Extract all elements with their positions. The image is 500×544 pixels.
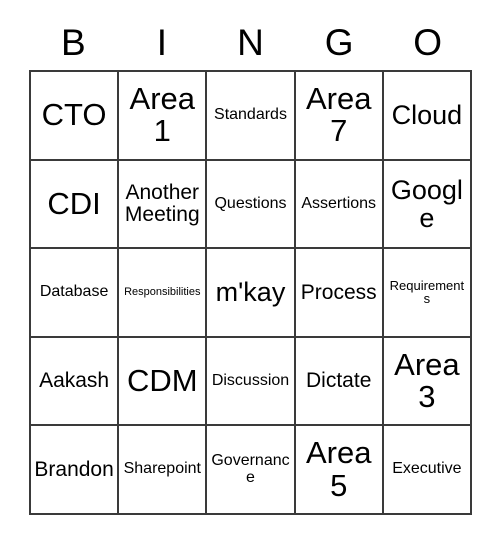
bingo-cell-label: Area 3 xyxy=(394,346,460,415)
bingo-header-letter-o: O xyxy=(413,21,443,63)
bingo-cell-label: Standards xyxy=(214,105,287,123)
bingo-cell-r4c1[interactable]: Aakash xyxy=(31,337,120,427)
bingo-header-row: B I N G O xyxy=(29,14,472,70)
bingo-cell-label: Executive xyxy=(392,460,462,478)
bingo-cell-label: Another Meeting xyxy=(124,181,200,226)
bingo-cell-label: Governance xyxy=(211,452,290,486)
bingo-cell-label: Discussion xyxy=(211,371,290,389)
bingo-cell-r2c5[interactable]: Google xyxy=(383,160,472,250)
bingo-cell-label: m'kay xyxy=(215,277,286,308)
bingo-cell-r2c2[interactable]: Another Meeting xyxy=(119,160,208,250)
bingo-cell-r5c5[interactable]: Executive xyxy=(383,426,472,515)
bingo-cell-label: Brandon xyxy=(34,457,114,481)
bingo-cell-r2c3[interactable]: Questions xyxy=(207,160,296,250)
bingo-cell-label: Area 5 xyxy=(305,435,372,503)
bingo-cell-label: CTO xyxy=(41,97,107,133)
bingo-cell-label: Responsibilities xyxy=(124,285,201,298)
bingo-cell-label: Area 1 xyxy=(129,81,196,149)
bingo-header-letter-g: G xyxy=(324,21,354,63)
bingo-cell-label: Cloud xyxy=(391,100,463,131)
bingo-header-letter-i: I xyxy=(156,21,168,63)
bingo-cell-label: Google xyxy=(390,174,463,233)
bingo-cell-r2c1[interactable]: CDI xyxy=(31,160,120,250)
bingo-cell-label: Aakash xyxy=(39,369,110,393)
bingo-cell-label: Assertions xyxy=(301,194,377,212)
bingo-cell-label: Database xyxy=(39,283,109,301)
bingo-header-letter-n: N xyxy=(237,21,264,63)
bingo-cell-r4c2[interactable]: CDM xyxy=(119,337,208,427)
bingo-cell-r1c2[interactable]: Area 1 xyxy=(119,72,208,161)
bingo-cell-r1c3[interactable]: Standards xyxy=(207,72,296,161)
bingo-cell-label: CDM xyxy=(126,362,198,398)
bingo-cell-label: CDI xyxy=(47,185,101,221)
bingo-cell-label: Sharepoint xyxy=(123,460,201,478)
bingo-cell-r3c3[interactable]: m'kay xyxy=(207,249,296,338)
bingo-cell-label: Process xyxy=(300,280,377,304)
bingo-cell-r4c3[interactable]: Discussion xyxy=(207,337,296,427)
bingo-cell-r1c4[interactable]: Area 7 xyxy=(295,72,384,161)
bingo-header-letter-b: B xyxy=(60,21,86,63)
bingo-grid: CTO Area 1 Standards Area 7 Cloud CDI An… xyxy=(29,70,472,515)
bingo-cell-r3c5[interactable]: Requirements xyxy=(383,249,472,338)
bingo-card: B I N G O CTO Area 1 Standards Area 7 Cl… xyxy=(29,14,472,516)
bingo-cell-label: Area 7 xyxy=(305,81,372,149)
bingo-cell-r2c4[interactable]: Assertions xyxy=(295,160,384,250)
bingo-cell-label: Requirements xyxy=(389,277,465,307)
bingo-cell-r4c4[interactable]: Dictate xyxy=(295,337,384,427)
bingo-cell-r5c3[interactable]: Governance xyxy=(207,426,296,515)
bingo-cell-r4c5[interactable]: Area 3 xyxy=(383,337,472,427)
bingo-cell-r3c1[interactable]: Database xyxy=(31,249,120,338)
bingo-cell-r3c2[interactable]: Responsibilities xyxy=(119,249,208,338)
bingo-cell-label: Dictate xyxy=(306,369,372,393)
bingo-cell-r1c5[interactable]: Cloud xyxy=(383,72,472,161)
bingo-cell-r5c1[interactable]: Brandon xyxy=(31,426,120,515)
bingo-cell-label: Questions xyxy=(214,194,287,212)
bingo-cell-r1c1[interactable]: CTO xyxy=(31,72,120,161)
bingo-cell-r5c2[interactable]: Sharepoint xyxy=(119,426,208,515)
bingo-cell-r5c4[interactable]: Area 5 xyxy=(295,426,384,515)
bingo-cell-r3c4[interactable]: Process xyxy=(295,249,384,338)
